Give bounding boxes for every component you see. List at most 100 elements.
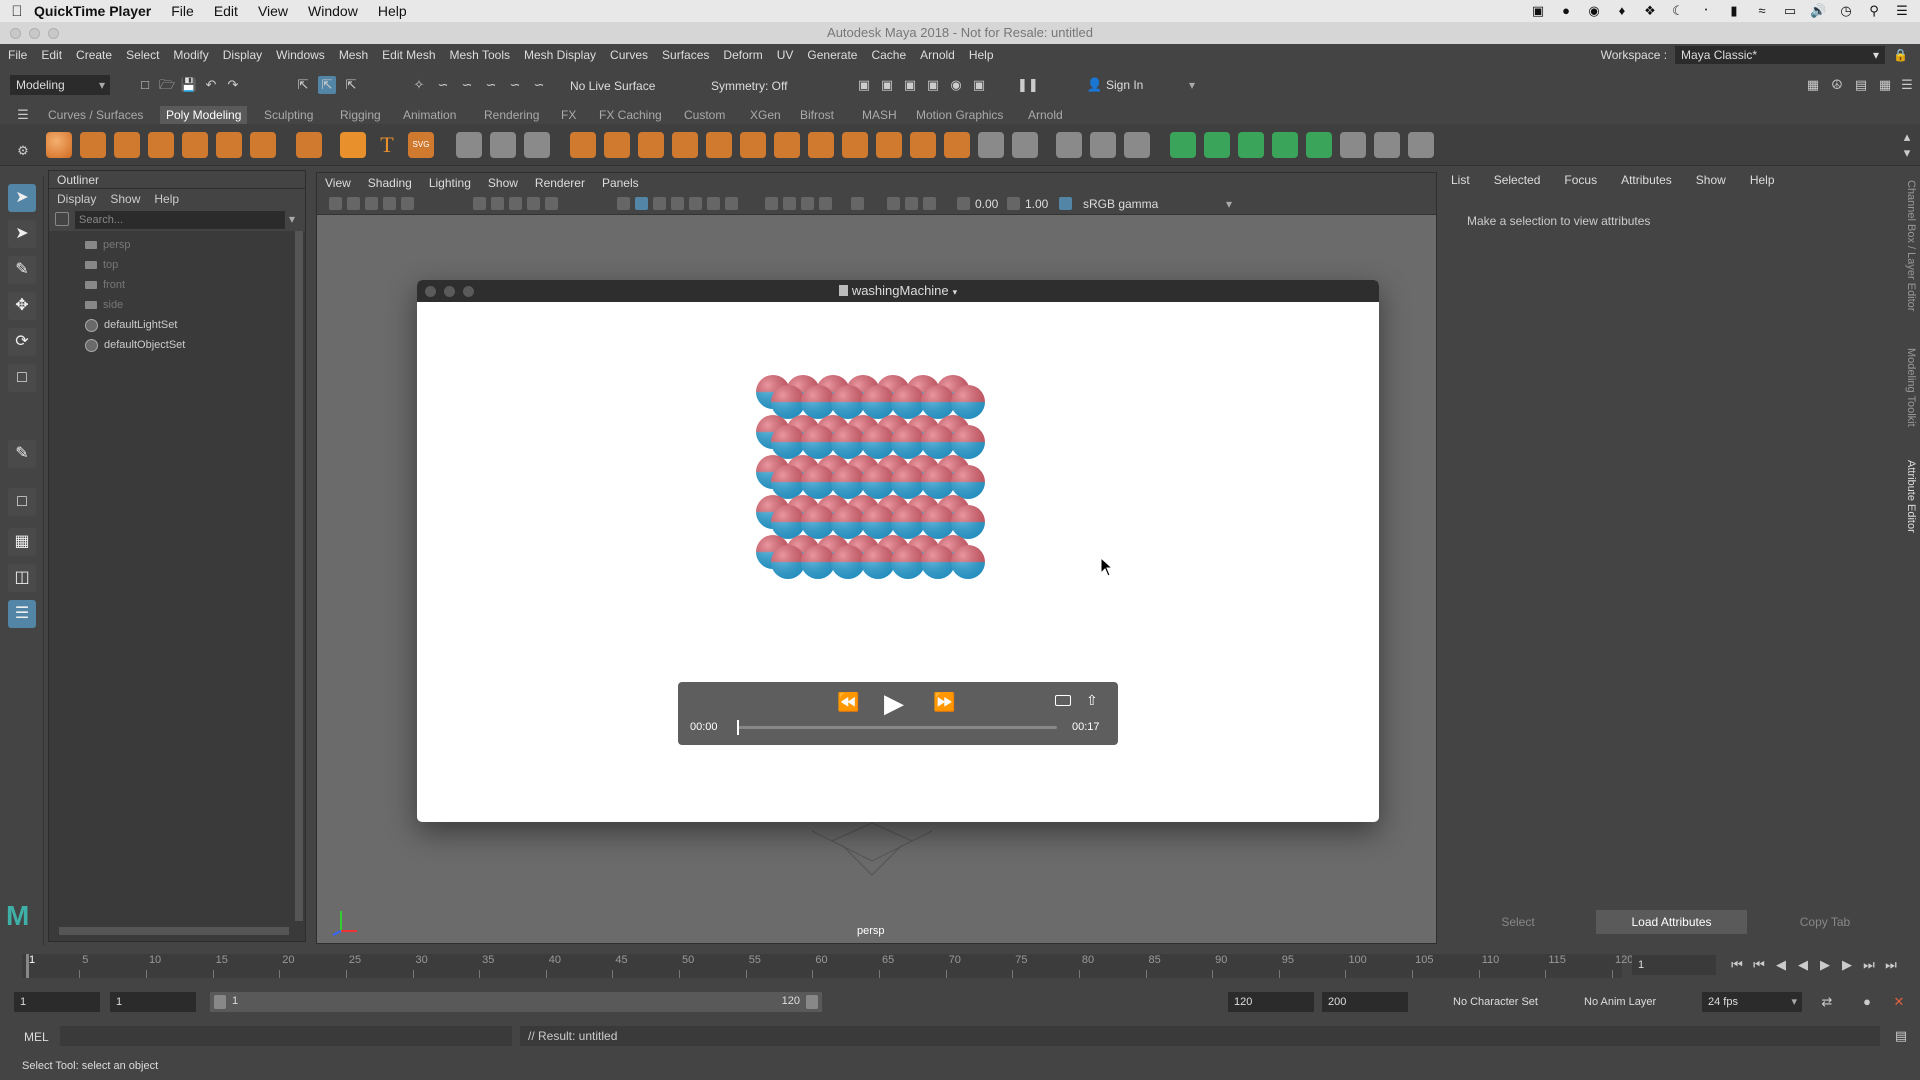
xray-icon[interactable] [887,197,900,210]
attr-menu-selected[interactable]: Selected [1494,173,1541,187]
hypershade-icon[interactable]: ◉ [947,76,965,94]
2d-pan-zoom-icon[interactable] [383,197,396,210]
film-gate-icon[interactable] [491,197,504,210]
snap-view-icon[interactable]: ∽ [482,76,500,94]
separate-icon[interactable] [490,132,516,158]
platonic-solid-icon[interactable] [296,132,322,158]
ambient-occlusion-icon[interactable] [765,197,778,210]
side-tab-modeling-toolkit[interactable]: Modeling Toolkit [1905,348,1917,427]
quad-draw-icon[interactable] [910,132,936,158]
outliner-horizontal-scrollbar[interactable] [59,927,289,935]
attribute-editor-toggle-icon[interactable]: ▤ [1852,76,1870,94]
bridge-icon[interactable] [672,132,698,158]
bevel-icon[interactable] [706,132,732,158]
range-end-handle[interactable] [806,995,818,1009]
boolean-icon[interactable] [570,132,596,158]
poly-cylinder-icon[interactable] [114,132,140,158]
uv-shell-icon[interactable] [1374,132,1400,158]
maya-menu-modify[interactable]: Modify [173,48,208,62]
tool-settings-icon[interactable]: ▦ [1876,76,1894,94]
notification-center-icon[interactable]: ☰ [1894,4,1910,18]
lasso-tool-icon[interactable]: ➤ [8,220,36,248]
poly-cube-icon[interactable] [80,132,106,158]
apple-icon[interactable]:  [0,3,34,20]
sign-in-dropdown[interactable]: Sign In [1100,75,1200,95]
four-view-layout-icon[interactable]: ▦ [8,528,36,556]
new-scene-icon[interactable]: □ [136,76,154,94]
command-language-label[interactable]: MEL [24,1030,49,1044]
range-slider-bar[interactable]: 1 120 [210,992,822,1012]
maya-menu-edit-mesh[interactable]: Edit Mesh [382,48,435,62]
camera-attributes-icon[interactable] [329,197,342,210]
gamma-icon[interactable] [1007,197,1020,210]
human-ik-icon[interactable]: ☮ [1828,76,1846,94]
append-icon[interactable] [774,132,800,158]
pause-icon[interactable]: ❚❚ [1017,76,1039,94]
load-attributes-button[interactable]: Load Attributes [1596,910,1747,934]
viewport-menu-view[interactable]: View [325,176,351,190]
poly-plane-icon[interactable] [216,132,242,158]
shelf-tab-arnold[interactable]: Arnold [1022,106,1069,124]
menu-window[interactable]: Window [308,3,358,19]
command-input[interactable] [60,1026,512,1046]
exposure-icon[interactable] [957,197,970,210]
single-perspective-layout-icon[interactable]: □ [8,488,36,516]
camera-uv-icon[interactable] [1124,132,1150,158]
battery-icon[interactable]: ▮ [1726,4,1742,18]
rotate-tool-icon[interactable]: ⟳ [8,328,36,356]
outliner-menu-display[interactable]: Display [57,189,96,209]
maya-menu-mesh-display[interactable]: Mesh Display [524,48,596,62]
two-pane-layout-icon[interactable]: ◫ [8,564,36,592]
animation-start-field[interactable]: 1 [14,992,100,1012]
side-tab-channel-box[interactable]: Channel Box / Layer Editor [1905,180,1917,311]
field-chart-icon[interactable] [545,197,558,210]
clock-icon[interactable]: ◷ [1838,4,1854,18]
play-button[interactable]: ▶ [884,688,904,719]
minimize-window-button[interactable] [29,28,40,39]
merge-icon[interactable] [808,132,834,158]
viewport-menu-show[interactable]: Show [488,176,518,190]
live-surface-label[interactable]: No Live Surface [570,79,655,93]
maya-menu-deform[interactable]: Deform [723,48,762,62]
exposure-field[interactable]: 0.00 [975,196,998,212]
channel-box-icon[interactable]: ☰ [1898,76,1916,94]
menu-view[interactable]: View [258,3,288,19]
wireframe-on-shaded-icon[interactable] [671,197,684,210]
image-plane-icon[interactable] [365,197,378,210]
scrubber-playhead[interactable] [737,720,739,735]
anim-layer-dropdown[interactable]: No Anim Layer [1584,996,1656,1008]
play-backwards-icon[interactable]: ◀ [1794,956,1812,974]
isolate-select-icon[interactable] [851,197,864,210]
select-hierarchy-icon[interactable]: ⇱ [294,76,312,94]
maya-menu-edit[interactable]: Edit [41,48,62,62]
notification-icon[interactable]: ♦ [1614,4,1630,18]
save-scene-icon[interactable]: 💾 [180,76,198,94]
gamma-field[interactable]: 1.00 [1025,196,1048,212]
volume-icon[interactable]: 🔊 [1810,4,1826,18]
fast-forward-button[interactable]: ⏩ [933,692,955,713]
poly-disc-icon[interactable] [250,132,276,158]
select-object-icon[interactable]: ⇱ [318,76,336,94]
shadows-icon[interactable] [725,197,738,210]
step-forward-key-icon[interactable]: ⏭ [1860,956,1878,974]
viewport-menu-lighting[interactable]: Lighting [429,176,471,190]
maya-menu-curves[interactable]: Curves [610,48,648,62]
rewind-button[interactable]: ⏪ [837,692,859,713]
select-component-icon[interactable]: ⇱ [342,76,360,94]
step-forward-frame-icon[interactable]: ▶ [1838,956,1856,974]
render-view-icon[interactable]: ▣ [878,76,896,94]
attr-menu-help[interactable]: Help [1750,173,1775,187]
poly-sphere-icon[interactable] [46,132,72,158]
depth-of-field-icon[interactable] [819,197,832,210]
spotlight-search-icon[interactable]: ⚲ [1866,4,1882,18]
playback-end-field[interactable]: 120 [1228,992,1314,1012]
paint-select-tool-icon[interactable]: ✎ [8,256,36,284]
evernote-icon[interactable]: ● [1558,4,1574,18]
uv-checker-icon[interactable] [1340,132,1366,158]
airplay-icon[interactable] [1055,695,1071,706]
combine-icon[interactable] [456,132,482,158]
outliner-item-defaultlightset[interactable]: defaultLightSet [85,315,177,335]
shelf-tab-poly-modeling[interactable]: Poly Modeling [160,106,248,124]
close-window-button[interactable] [10,28,21,39]
use-all-lights-icon[interactable] [707,197,720,210]
